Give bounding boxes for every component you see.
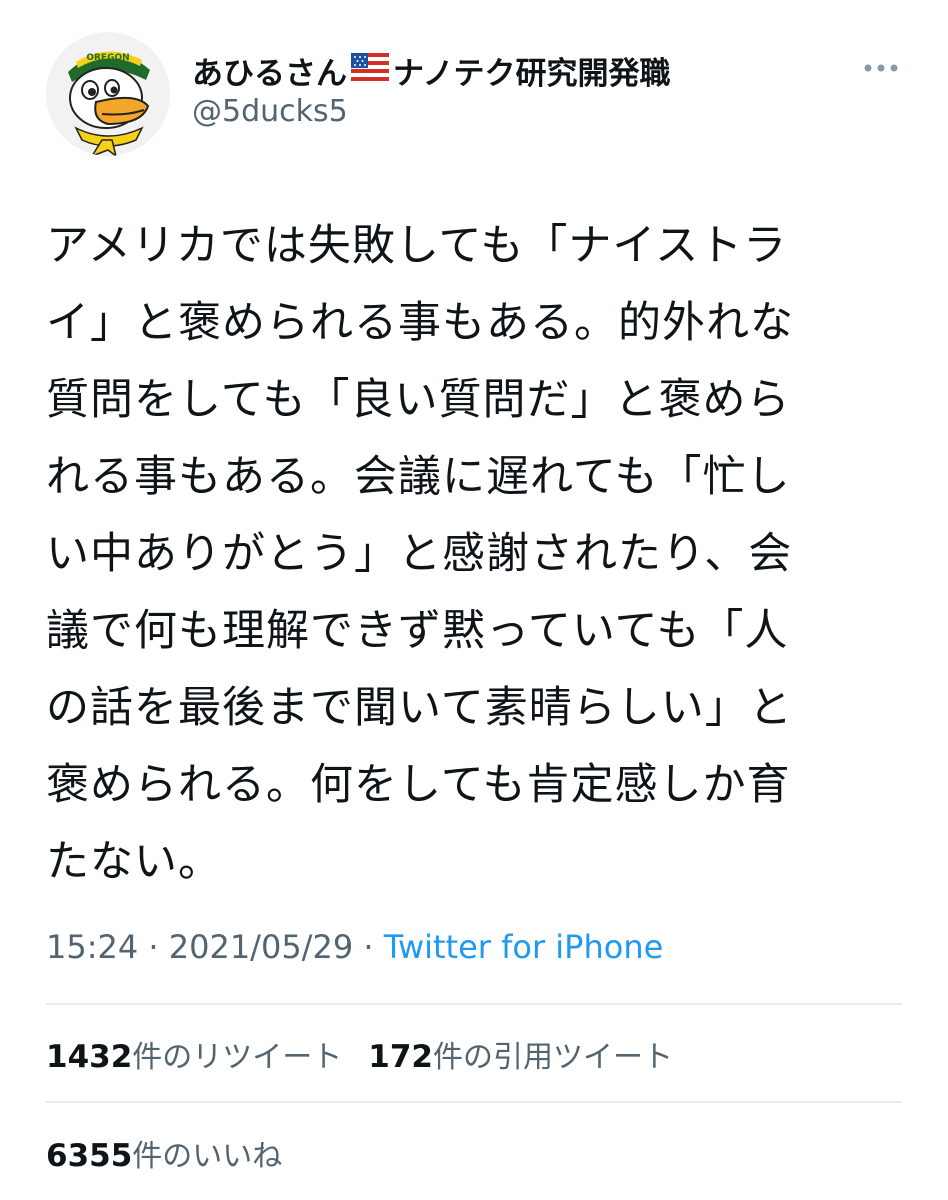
- likes-stat[interactable]: 6355件のいいね: [46, 1131, 282, 1175]
- avatar[interactable]: OREGON: [46, 32, 170, 156]
- retweet-stats-row: 1432件のリツイート 172件の引用ツイート: [46, 1032, 699, 1076]
- tweet-source-link[interactable]: Twitter for iPhone: [384, 928, 664, 966]
- meta-separator: ·: [353, 928, 384, 966]
- divider: [46, 1003, 902, 1005]
- likes-label: 件のいいね: [132, 1139, 283, 1174]
- retweets-stat[interactable]: 1432件のリツイート: [46, 1032, 342, 1076]
- author-handle[interactable]: @5ducks5: [192, 94, 348, 129]
- avatar-cap-text: OREGON: [86, 53, 129, 63]
- author-name-part1: あひるさん: [192, 56, 347, 92]
- quotes-count: 172: [368, 1039, 433, 1075]
- tweet-date[interactable]: 2021/05/29: [169, 928, 353, 966]
- retweets-label: 件のリツイート: [132, 1040, 343, 1075]
- tweet-text: アメリカでは失敗しても「ナイストラ イ」と褒められる事もある。的外れな 質問をし…: [46, 221, 794, 887]
- us-flag-icon: [351, 52, 389, 89]
- retweets-count: 1432: [46, 1039, 133, 1075]
- meta-separator: ·: [138, 928, 169, 966]
- author-name-part2: ナノテク研究開発職: [393, 56, 671, 92]
- tweet-metadata: 15:24 · 2021/05/29 · Twitter for iPhone: [46, 928, 663, 966]
- author-display-name[interactable]: あひるさん ナノテク研究開発職: [192, 48, 670, 93]
- duck-mascot-avatar-icon: OREGON: [46, 32, 170, 156]
- more-horizontal-icon[interactable]: [862, 60, 900, 76]
- divider: [46, 1101, 902, 1103]
- tweet-time[interactable]: 15:24: [46, 928, 138, 966]
- likes-count: 6355: [46, 1138, 133, 1174]
- quotes-label: 件の引用ツイート: [433, 1040, 673, 1075]
- quotes-stat[interactable]: 172件の引用ツイート: [368, 1032, 673, 1076]
- tweet-detail: OREGON あひるさん ナノテク研究開発職 @5ducks5 アメリカでは失敗…: [0, 0, 948, 1200]
- likes-stats-row: 6355件のいいね: [46, 1131, 308, 1175]
